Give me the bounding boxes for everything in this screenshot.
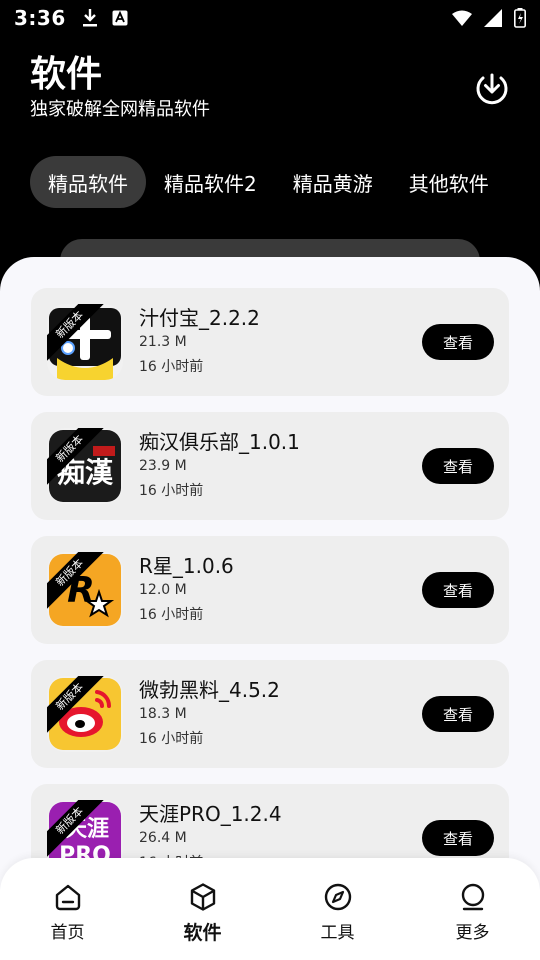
list-item[interactable]: 新版本 微勃黑料_4.5.2 18.3 M 16 小时前 查看 <box>31 660 509 768</box>
bottom-nav: 首页 软件 工具 更多 <box>0 858 540 960</box>
nav-home[interactable]: 首页 <box>0 858 135 960</box>
app-list-sheet: 新版本 汁付宝_2.2.2 21.3 M 16 小时前 查看 痴漢 新版本 痴汉… <box>0 257 540 960</box>
download-notification-icon <box>82 9 97 27</box>
chihan-app-icon: 痴漢 新版本 <box>47 428 123 504</box>
page-subtitle: 独家破解全网精品软件 <box>30 99 210 120</box>
zhifubao-app-icon: 新版本 <box>47 304 123 380</box>
app-name: 微勃黑料_4.5.2 <box>139 678 280 702</box>
signal-icon <box>484 9 502 27</box>
app-updated-time: 16 小时前 <box>139 359 204 375</box>
nav-tools[interactable]: 工具 <box>270 858 405 960</box>
app-size: 21.3 M <box>139 334 187 350</box>
view-button[interactable]: 查看 <box>422 448 494 484</box>
status-bar: 3:36 <box>0 0 540 36</box>
nav-more[interactable]: 更多 <box>405 858 540 960</box>
category-tabs: 精品软件 精品软件2 精品黄游 其他软件 <box>30 156 507 208</box>
download-icon <box>476 73 508 105</box>
nav-more-label: 更多 <box>455 923 490 943</box>
list-item[interactable]: R 新版本 R星_1.0.6 12.0 M 16 小时前 查看 <box>31 536 509 644</box>
battery-icon <box>514 8 526 28</box>
view-button[interactable]: 查看 <box>422 820 494 856</box>
tab-other-software[interactable]: 其他软件 <box>391 156 507 208</box>
app-name: 汁付宝_2.2.2 <box>139 306 260 330</box>
app-updated-time: 16 小时前 <box>139 607 204 623</box>
app-size: 18.3 M <box>139 706 187 722</box>
wifi-icon <box>452 10 472 26</box>
tab-premium-software-2[interactable]: 精品软件2 <box>146 156 275 208</box>
status-time: 3:36 <box>14 6 66 30</box>
app-name: R星_1.0.6 <box>139 554 234 578</box>
rockstar-app-icon: R 新版本 <box>47 552 123 628</box>
compass-icon <box>324 883 351 911</box>
view-button[interactable]: 查看 <box>422 324 494 360</box>
download-button[interactable] <box>474 70 510 106</box>
page-header: 软件 独家破解全网精品软件 <box>30 52 210 122</box>
app-size: 23.9 M <box>139 458 187 474</box>
app-updated-time: 16 小时前 <box>139 731 204 747</box>
app-size: 26.4 M <box>139 830 187 846</box>
view-button[interactable]: 查看 <box>422 572 494 608</box>
app-updated-time: 16 小时前 <box>139 483 204 499</box>
tab-premium-software[interactable]: 精品软件 <box>30 156 146 208</box>
page-title: 软件 <box>30 54 103 95</box>
app-name: 天涯PRO_1.2.4 <box>139 802 282 826</box>
nav-software-label: 软件 <box>183 922 222 944</box>
profile-icon <box>461 883 484 911</box>
nav-tools-label: 工具 <box>320 923 355 943</box>
font-notification-icon <box>112 10 128 26</box>
home-icon <box>55 884 80 911</box>
list-item[interactable]: 新版本 汁付宝_2.2.2 21.3 M 16 小时前 查看 <box>31 288 509 396</box>
tab-premium-games[interactable]: 精品黄游 <box>275 156 391 208</box>
nav-home-label: 首页 <box>50 923 85 943</box>
cube-icon <box>190 883 215 911</box>
weibo-app-icon: 新版本 <box>47 676 123 752</box>
list-item[interactable]: 痴漢 新版本 痴汉俱乐部_1.0.1 23.9 M 16 小时前 查看 <box>31 412 509 520</box>
nav-software[interactable]: 软件 <box>135 858 270 960</box>
app-size: 12.0 M <box>139 582 187 598</box>
app-name: 痴汉俱乐部_1.0.1 <box>139 430 300 454</box>
view-button[interactable]: 查看 <box>422 696 494 732</box>
